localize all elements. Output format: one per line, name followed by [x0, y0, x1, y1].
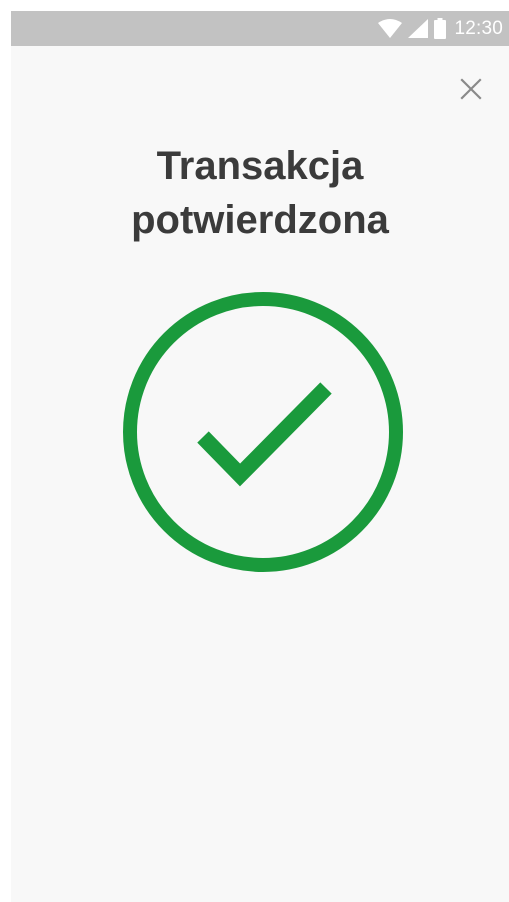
title-line-1: Transakcja — [156, 144, 364, 188]
page-title: Transakcja potwierdzona — [11, 139, 509, 247]
status-icons: 12:30 — [378, 11, 503, 46]
wifi-icon — [378, 19, 403, 38]
status-time: 12:30 — [454, 17, 503, 39]
battery-icon — [434, 18, 447, 39]
confirmation-screen: 12:30 Transakcja potwierdzona — [11, 11, 509, 902]
close-button[interactable] — [456, 74, 486, 104]
success-indicator — [123, 292, 403, 572]
check-circle-icon — [123, 292, 403, 572]
close-icon — [460, 78, 482, 100]
status-bar: 12:30 — [11, 11, 509, 46]
title-line-2: potwierdzona — [131, 198, 389, 242]
cellular-signal-icon — [408, 19, 429, 38]
